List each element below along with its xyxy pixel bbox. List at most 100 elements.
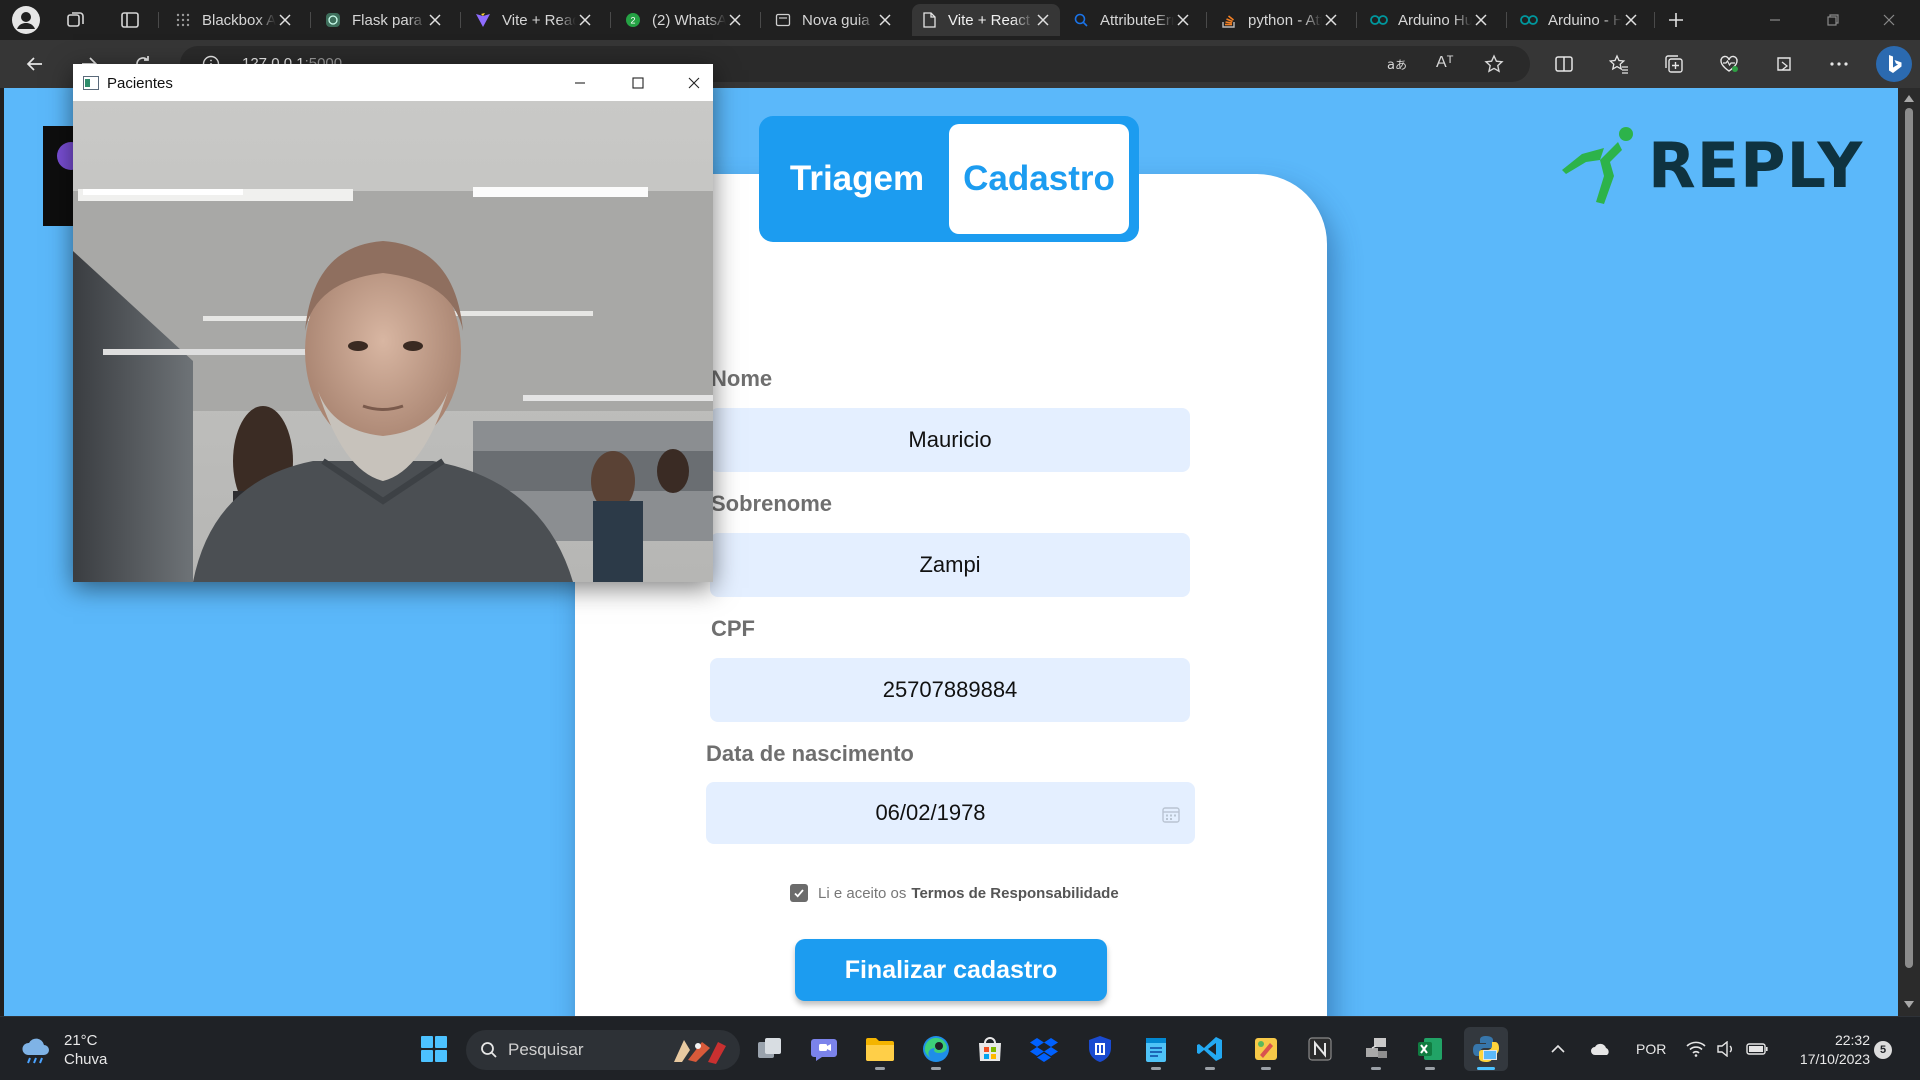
close-tab-icon[interactable] — [1174, 11, 1192, 29]
profile-button[interactable] — [10, 4, 42, 36]
taskbar-search[interactable]: Pesquisar — [466, 1030, 740, 1070]
notepad-button[interactable] — [1134, 1027, 1178, 1071]
wifi-tray-icon[interactable] — [1686, 1017, 1706, 1080]
language-indicator[interactable]: POR — [1636, 1017, 1666, 1080]
vscode-button[interactable] — [1188, 1027, 1232, 1071]
scroll-down-icon[interactable] — [1903, 998, 1915, 1010]
new-tab-button[interactable] — [1660, 4, 1692, 36]
windows-taskbar: 21°C Chuva Pesquisar POR 22:32 17/10/202… — [0, 1016, 1920, 1080]
settings-menu-button[interactable] — [1822, 48, 1856, 80]
extensions-button[interactable] — [1767, 48, 1801, 80]
nome-input[interactable]: Mauricio — [710, 408, 1190, 472]
security-app-button[interactable] — [1078, 1027, 1122, 1071]
dropbox-button[interactable] — [1022, 1027, 1066, 1071]
tab-nova-guia[interactable]: Nova guia — [766, 4, 902, 36]
tab-triagem[interactable]: Triagem — [759, 116, 955, 242]
tab-arduino-hub[interactable]: Arduino Hub — [1362, 4, 1498, 36]
favorites-icon — [1609, 54, 1628, 74]
finalizar-cadastro-button[interactable]: Finalizar cadastro — [795, 939, 1107, 1001]
onedrive-tray-icon[interactable] — [1590, 1017, 1612, 1080]
close-tab-icon[interactable] — [1034, 11, 1052, 29]
back-button[interactable] — [18, 48, 52, 80]
tab-blackbox[interactable]: Blackbox AI — [166, 4, 302, 36]
close-tab-icon[interactable] — [276, 11, 294, 29]
minimize-icon — [1770, 19, 1780, 21]
edge-taskbar-button[interactable] — [914, 1027, 958, 1071]
scroll-up-icon[interactable] — [1903, 92, 1915, 104]
volume-tray-icon[interactable] — [1716, 1017, 1736, 1080]
camera-window-titlebar[interactable]: Pacientes — [73, 64, 713, 101]
close-tab-icon[interactable] — [576, 11, 594, 29]
python-app-button[interactable] — [1464, 1027, 1508, 1071]
tab-arduino-home[interactable]: Arduino - Home — [1512, 4, 1648, 36]
tab-vite-active[interactable]: Vite + React — [912, 4, 1060, 36]
close-tab-icon[interactable] — [1472, 11, 1490, 29]
tab-cadastro[interactable]: Cadastro — [949, 124, 1129, 234]
camera-window[interactable]: Pacientes — [73, 64, 713, 582]
close-tab-icon[interactable] — [1322, 11, 1340, 29]
page-scrollbar[interactable] — [1898, 88, 1920, 1016]
cpf-input[interactable]: 25707889884 — [710, 658, 1190, 722]
show-hidden-icons-button[interactable] — [1550, 1017, 1566, 1080]
search-placeholder: Pesquisar — [508, 1040, 584, 1059]
camera-maximize-button[interactable] — [609, 64, 667, 101]
battery-tray-icon[interactable] — [1746, 1017, 1768, 1080]
network-app-button[interactable] — [1354, 1027, 1398, 1071]
tab-whatsapp[interactable]: 2 (2) WhatsApp — [616, 4, 752, 36]
close-tab-icon[interactable] — [1622, 11, 1640, 29]
sobrenome-input[interactable]: Zampi — [710, 533, 1190, 597]
calendar-icon[interactable] — [1161, 804, 1181, 824]
notion-button[interactable] — [1298, 1027, 1342, 1071]
close-window-button[interactable] — [1866, 0, 1912, 40]
terms-checkbox[interactable] — [790, 884, 808, 902]
task-view-button[interactable] — [748, 1027, 792, 1071]
plus-icon — [1669, 13, 1683, 27]
collections-icon — [1665, 55, 1683, 73]
close-tab-icon[interactable] — [726, 11, 744, 29]
tab-actions-button[interactable] — [114, 4, 146, 36]
tab-flask[interactable]: Flask para iniciantes — [316, 4, 452, 36]
edge-icon — [923, 1036, 949, 1062]
system-clock[interactable]: 22:32 17/10/2023 — [1786, 1031, 1870, 1069]
camera-minimize-button[interactable] — [551, 64, 609, 101]
ms-store-button[interactable] — [968, 1027, 1012, 1071]
tab-title: (2) WhatsApp — [652, 11, 726, 29]
network-boxes-icon — [1366, 1038, 1387, 1058]
tab-attributeerror[interactable]: AttributeError — [1064, 4, 1200, 36]
scrollbar-thumb[interactable] — [1905, 108, 1913, 968]
workspaces-button[interactable] — [60, 4, 92, 36]
bing-chat-button[interactable] — [1876, 46, 1912, 82]
split-screen-button[interactable] — [1547, 48, 1581, 80]
excel-button[interactable] — [1408, 1027, 1452, 1071]
terms-link[interactable]: Termos de Responsabilidade — [911, 885, 1118, 902]
favorite-star-icon[interactable] — [1484, 54, 1504, 74]
favorites-button[interactable] — [1602, 48, 1636, 80]
more-dots-icon — [1830, 62, 1848, 66]
paint-app-button[interactable] — [1244, 1027, 1288, 1071]
minimize-window-button[interactable] — [1752, 0, 1798, 40]
browser-essentials-button[interactable] — [1712, 48, 1746, 80]
collections-button[interactable] — [1657, 48, 1691, 80]
svg-text:あ: あ — [1395, 58, 1406, 72]
read-aloud-icon[interactable]: Aᵀ — [1436, 54, 1454, 72]
tab-stackoverflow[interactable]: python - AttributeError — [1212, 4, 1348, 36]
close-icon — [688, 77, 700, 88]
close-tab-icon[interactable] — [426, 11, 444, 29]
weather-condition: Chuva — [64, 1051, 108, 1068]
file-explorer-button[interactable] — [858, 1027, 902, 1071]
start-button[interactable] — [412, 1027, 456, 1071]
close-tab-icon[interactable] — [876, 11, 894, 29]
teams-chat-button[interactable] — [802, 1027, 846, 1071]
weather-widget[interactable]: 21°C Chuva — [20, 1031, 107, 1069]
camera-frame-image — [73, 101, 713, 582]
tab-vite-1[interactable]: Vite + React — [466, 4, 602, 36]
nascimento-input[interactable]: 06/02/1978 — [706, 782, 1195, 844]
restore-window-button[interactable] — [1810, 0, 1856, 40]
search-icon — [481, 1042, 497, 1058]
notification-badge[interactable]: 5 — [1874, 1041, 1892, 1059]
windows-logo-icon — [421, 1036, 447, 1062]
chevron-up-icon — [1551, 1044, 1565, 1053]
translate-icon[interactable]: aあ — [1386, 54, 1406, 74]
camera-close-button[interactable] — [665, 64, 723, 101]
bing-icon — [1889, 55, 1902, 73]
